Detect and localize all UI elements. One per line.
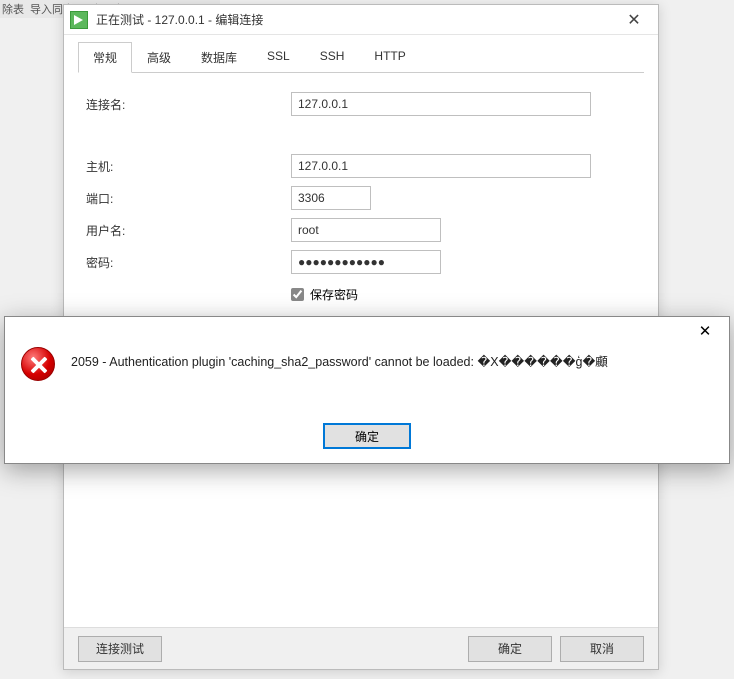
app-icon bbox=[70, 11, 88, 29]
label-pass: 密码: bbox=[86, 254, 291, 271]
label-user: 用户名: bbox=[86, 222, 291, 239]
save-password-checkbox[interactable]: 保存密码 bbox=[291, 286, 358, 303]
host-input[interactable] bbox=[291, 154, 591, 178]
password-input[interactable] bbox=[291, 250, 441, 274]
cancel-button[interactable]: 取消 bbox=[560, 636, 644, 662]
user-input[interactable] bbox=[291, 218, 441, 242]
tab-http[interactable]: HTTP bbox=[359, 42, 420, 73]
tab-strip: 常规 高级 数据库 SSL SSH HTTP bbox=[78, 41, 644, 73]
port-input[interactable] bbox=[291, 186, 371, 210]
bg-item: 除表 bbox=[2, 1, 24, 17]
error-dialog: ✕ 2059 - Authentication plugin 'caching_… bbox=[4, 316, 730, 464]
error-icon bbox=[21, 347, 55, 381]
label-port: 端口: bbox=[86, 190, 291, 207]
window-title: 正在测试 - 127.0.0.1 - 编辑连接 bbox=[96, 11, 616, 28]
error-ok-button[interactable]: 确定 bbox=[323, 423, 411, 449]
save-password-label: 保存密码 bbox=[310, 286, 358, 303]
error-footer: 确定 bbox=[5, 423, 729, 449]
test-connection-button[interactable]: 连接测试 bbox=[78, 636, 162, 662]
tab-advanced[interactable]: 高级 bbox=[132, 42, 186, 73]
error-message: 2059 - Authentication plugin 'caching_sh… bbox=[71, 345, 608, 372]
dialog-footer: 连接测试 确定 取消 bbox=[64, 627, 658, 669]
tab-database[interactable]: 数据库 bbox=[186, 42, 252, 73]
label-conn-name: 连接名: bbox=[86, 96, 291, 113]
error-titlebar: ✕ bbox=[5, 317, 729, 345]
save-password-check-icon[interactable] bbox=[291, 288, 304, 301]
titlebar: 正在测试 - 127.0.0.1 - 编辑连接 ✕ bbox=[64, 5, 658, 35]
tab-general[interactable]: 常规 bbox=[78, 42, 132, 73]
tab-ssl[interactable]: SSL bbox=[252, 42, 305, 73]
tab-ssh[interactable]: SSH bbox=[305, 42, 360, 73]
form-general: 连接名: 主机: 端口: 用户名: 密码: bbox=[78, 73, 644, 327]
conn-name-input[interactable] bbox=[291, 92, 591, 116]
close-icon[interactable]: ✕ bbox=[685, 319, 725, 343]
close-icon[interactable]: ✕ bbox=[616, 8, 652, 32]
label-host: 主机: bbox=[86, 158, 291, 175]
error-body: 2059 - Authentication plugin 'caching_sh… bbox=[5, 345, 729, 381]
ok-button[interactable]: 确定 bbox=[468, 636, 552, 662]
